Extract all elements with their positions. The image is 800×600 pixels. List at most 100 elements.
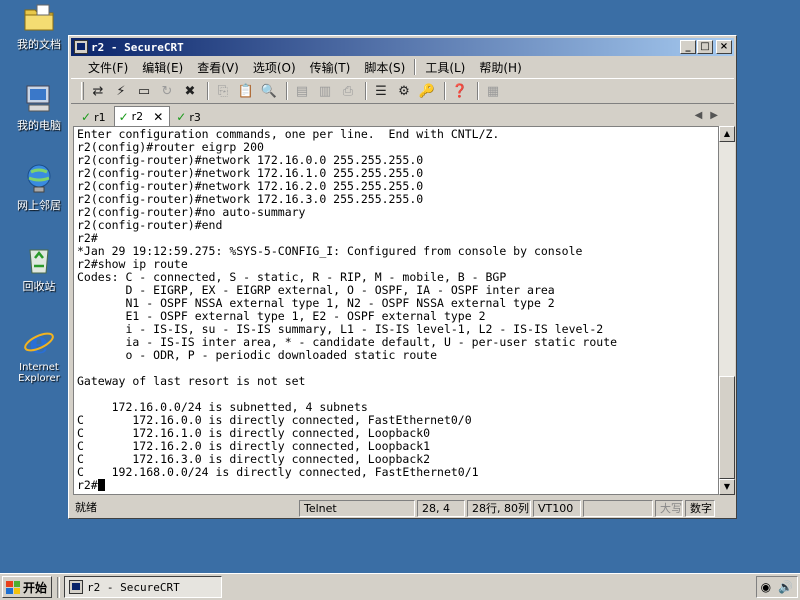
close-button[interactable]: × (716, 40, 732, 54)
ie-icon: e (23, 326, 55, 361)
menu-transfer[interactable]: 传输(T) (303, 59, 358, 76)
status-cursor-position: 28, 4 (417, 499, 465, 517)
scrollbar-thumb[interactable] (719, 376, 735, 479)
menu-edit[interactable]: 编辑(E) (135, 59, 190, 76)
taskbar: 开始 r2 - SecureCRT ◉ 🔊 (0, 573, 800, 600)
app-icon[interactable] (74, 40, 88, 54)
help-icon[interactable]: ❓ (450, 82, 470, 100)
tab-label: r3 (189, 110, 201, 124)
terminal-cursor (97, 479, 105, 491)
find-icon[interactable]: 🔍 (259, 82, 279, 100)
tab-close-icon[interactable]: ✕ (153, 110, 163, 124)
securecrt-window: r2 - SecureCRT _ □ × 文件(F) 编辑(E) 查看(V) 选… (68, 35, 737, 519)
desktop-icon-my-documents[interactable]: 我的文档 (8, 2, 70, 51)
connect-icon[interactable]: ⇄ (88, 82, 108, 100)
minimize-button[interactable]: _ (680, 40, 696, 54)
desktop-icon-label: 网上邻居 (17, 199, 61, 212)
status-protocol: Telnet (299, 499, 415, 517)
global-options-icon[interactable]: ⚙ (394, 82, 414, 100)
quick-connect-icon[interactable]: ⚡ (111, 82, 131, 100)
recycle-bin-icon (23, 244, 55, 276)
status-caps-lock: 大写 (655, 499, 683, 517)
tab-r2[interactable]: ✓ r2 ✕ (113, 106, 171, 126)
menu-script[interactable]: 脚本(S) (357, 59, 412, 76)
start-label: 开始 (23, 580, 48, 595)
taskbar-item-label: r2 - SecureCRT (87, 580, 180, 594)
terminal-prompt-line: r2# (77, 479, 617, 492)
toolbar-separator (207, 82, 209, 100)
tab-scroll-right-icon[interactable]: ▶ (710, 110, 726, 121)
terminal-line: Gateway of last resort is not set (77, 374, 306, 388)
desktop-icon-label: 回收站 (22, 280, 56, 293)
toolbar-separator (477, 82, 479, 100)
tab-label: r1 (94, 110, 106, 124)
desktop-icon-internet-explorer[interactable]: e Internet Explorer (8, 326, 70, 384)
folder-icon (23, 2, 55, 34)
tab-r3[interactable]: ✓ r3 (172, 108, 207, 126)
system-tray: ◉ 🔊 (756, 576, 798, 598)
maximize-button[interactable]: □ (697, 40, 713, 54)
status-blank (583, 499, 653, 517)
scroll-up-icon[interactable]: ▲ (719, 126, 735, 142)
disconnect-icon[interactable]: ✖ (180, 82, 200, 100)
tray-volume-icon[interactable]: 🔊 (778, 580, 793, 594)
svg-text:e: e (29, 326, 48, 358)
menu-view[interactable]: 查看(V) (190, 59, 246, 76)
menu-file[interactable]: 文件(F) (81, 59, 135, 76)
toolbar-separator (365, 82, 367, 100)
terminal-line: C 192.168.0.0/24 is directly connected, … (77, 465, 479, 479)
keymap-icon[interactable]: 🔑 (417, 82, 437, 100)
status-terminal-size: 28行, 80列 (467, 499, 531, 517)
start-button[interactable]: 开始 (2, 576, 52, 598)
tab-scroll-left-icon[interactable]: ◀ (695, 110, 711, 121)
terminal-output[interactable]: Enter configuration commands, one per li… (73, 126, 719, 495)
desktop-icon-recycle-bin[interactable]: 回收站 (8, 244, 70, 293)
terminal-line: r2(config-router)#end (77, 218, 223, 232)
securecrt-icon (69, 580, 83, 594)
tab-r1[interactable]: ✓ r1 (77, 108, 112, 126)
menu-options[interactable]: 选项(O) (246, 59, 303, 76)
print-selection-icon[interactable]: ▥ (315, 82, 335, 100)
status-emulation: VT100 (533, 499, 581, 517)
session-options-icon[interactable]: ☰ (371, 82, 391, 100)
toolbar-grip[interactable] (81, 82, 84, 100)
connected-check-icon: ✓ (81, 110, 92, 124)
network-icon (23, 163, 55, 195)
window-title: r2 - SecureCRT (91, 40, 184, 54)
menu-tools[interactable]: 工具(L) (418, 59, 472, 76)
status-ready: 就绪 (75, 500, 97, 514)
tab-label: r2 (131, 110, 144, 123)
desktop-icon-my-computer[interactable]: 我的电脑 (8, 83, 70, 132)
vertical-scrollbar[interactable]: ▲ ▼ (719, 126, 735, 495)
status-num-lock: 数字 (685, 499, 715, 517)
toolbar: ⇄ ⚡ ▭ ↻ ✖ ⎘ 📋 🔍 ▤ ▥ ⎙ ☰ ⚙ 🔑 ❓ ▦ (71, 78, 734, 104)
paste-icon[interactable]: 📋 (236, 82, 256, 100)
print-icon[interactable]: ⎙ (338, 82, 358, 100)
status-bar: 就绪 Telnet 28, 4 28行, 80列 VT100 大写 数字 (71, 498, 734, 518)
taskbar-item-securecrt[interactable]: r2 - SecureCRT (64, 576, 222, 598)
session-tabs: ✓ r1 ✓ r2 ✕ ✓ r3 ◀▶ (71, 106, 734, 126)
menu-help[interactable]: 帮助(H) (472, 59, 528, 76)
tab-scroll-arrows[interactable]: ◀▶ (695, 110, 726, 121)
connect-tab-icon[interactable]: ▭ (134, 82, 154, 100)
tray-network-icon[interactable]: ◉ (761, 580, 771, 594)
menu-separator (414, 59, 417, 75)
toolbar-separator (444, 82, 446, 100)
computer-icon (23, 83, 55, 115)
terminal-line: o - ODR, P - periodic downloaded static … (77, 348, 438, 362)
connected-check-icon: ✓ (118, 109, 129, 124)
terminal-prompt: r2# (77, 478, 98, 492)
menu-bar: 文件(F) 编辑(E) 查看(V) 选项(O) 传输(T) 脚本(S) 工具(L… (71, 57, 734, 77)
desktop-icon-network[interactable]: 网上邻居 (8, 163, 70, 212)
desktop-icon-label: Internet Explorer (18, 362, 60, 384)
desktop-icon-label: 我的电脑 (17, 119, 61, 132)
taskbar-separator (57, 577, 60, 598)
reconnect-icon[interactable]: ↻ (157, 82, 177, 100)
title-bar[interactable]: r2 - SecureCRT _ □ × (71, 38, 734, 56)
connected-check-icon: ✓ (176, 110, 187, 124)
scroll-down-icon[interactable]: ▼ (719, 479, 735, 495)
terminal-text: Enter configuration commands, one per li… (77, 128, 617, 492)
copy-icon[interactable]: ⎘ (213, 82, 233, 100)
print-screen-icon[interactable]: ▤ (292, 82, 312, 100)
sftp-icon[interactable]: ▦ (483, 82, 503, 100)
